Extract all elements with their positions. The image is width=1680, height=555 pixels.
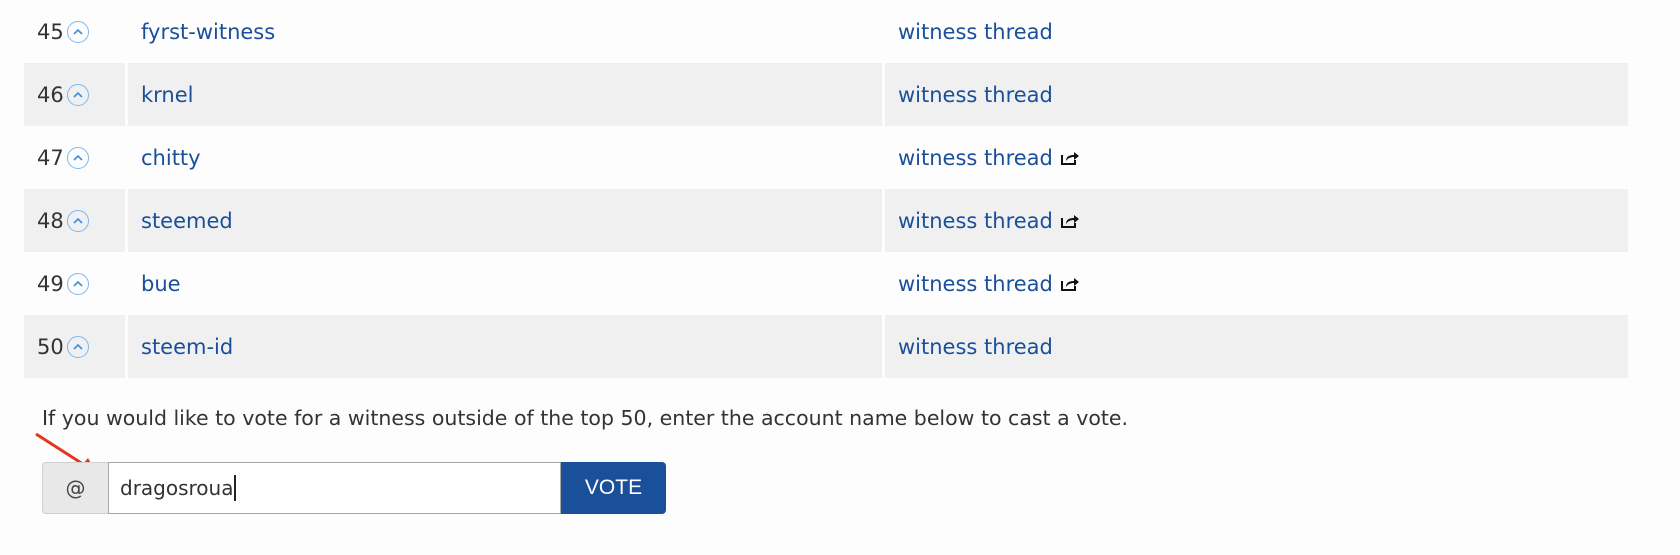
witness-name-link[interactable]: krnel xyxy=(141,83,194,107)
witness-thread-link[interactable]: witness thread xyxy=(898,272,1053,296)
witness-table: 45 fyrst-witness witness thread 46 krnel… xyxy=(24,0,1628,378)
name-cell: fyrst-witness xyxy=(128,0,882,63)
name-cell: bue xyxy=(128,252,882,315)
witness-name-link[interactable]: fyrst-witness xyxy=(141,20,275,44)
rank-number: 48 xyxy=(37,208,64,233)
name-cell: steemed xyxy=(128,189,882,252)
witness-thread-link[interactable]: witness thread xyxy=(898,335,1053,359)
name-cell: krnel xyxy=(128,63,882,126)
vote-info-text: If you would like to vote for a witness … xyxy=(42,406,1129,430)
witness-row: 46 krnel witness thread xyxy=(24,63,1628,126)
rank-cell: 46 xyxy=(24,63,125,126)
external-link-icon xyxy=(1060,277,1079,291)
rank-number: 46 xyxy=(37,82,64,107)
thread-cell: witness thread xyxy=(885,189,1628,252)
vote-form: @ dragosroua VOTE xyxy=(42,462,666,514)
rank-cell: 48 xyxy=(24,189,125,252)
upvote-chevron-icon[interactable] xyxy=(67,20,89,43)
witness-thread-link[interactable]: witness thread xyxy=(898,20,1053,44)
rank-cell: 49 xyxy=(24,252,125,315)
thread-cell: witness thread xyxy=(885,315,1628,378)
rank-number: 45 xyxy=(37,19,64,44)
rank-number: 47 xyxy=(37,145,64,170)
witness-row: 47 chitty witness thread xyxy=(24,126,1628,189)
witness-row: 48 steemed witness thread xyxy=(24,189,1628,252)
witness-thread-link[interactable]: witness thread xyxy=(898,83,1053,107)
witness-thread-link[interactable]: witness thread xyxy=(898,209,1053,233)
vote-button[interactable]: VOTE xyxy=(561,462,666,514)
thread-cell: witness thread xyxy=(885,252,1628,315)
thread-cell: witness thread xyxy=(885,0,1628,63)
account-name-input[interactable]: dragosroua xyxy=(108,462,561,514)
external-link-icon xyxy=(1060,214,1079,228)
witness-row: 49 bue witness thread xyxy=(24,252,1628,315)
thread-cell: witness thread xyxy=(885,63,1628,126)
upvote-chevron-icon[interactable] xyxy=(67,209,89,232)
rank-cell: 45 xyxy=(24,0,125,63)
name-cell: steem-id xyxy=(128,315,882,378)
upvote-chevron-icon[interactable] xyxy=(67,335,89,358)
witness-name-link[interactable]: steem-id xyxy=(141,335,233,359)
witness-row: 50 steem-id witness thread xyxy=(24,315,1628,378)
name-cell: chitty xyxy=(128,126,882,189)
witness-name-link[interactable]: bue xyxy=(141,272,181,296)
rank-cell: 50 xyxy=(24,315,125,378)
rank-cell: 47 xyxy=(24,126,125,189)
thread-cell: witness thread xyxy=(885,126,1628,189)
upvote-chevron-icon[interactable] xyxy=(67,272,89,295)
text-caret xyxy=(234,475,236,501)
upvote-chevron-icon[interactable] xyxy=(67,146,89,169)
account-name-value: dragosroua xyxy=(120,476,234,500)
witness-name-link[interactable]: chitty xyxy=(141,146,201,170)
witness-thread-link[interactable]: witness thread xyxy=(898,146,1053,170)
witness-name-link[interactable]: steemed xyxy=(141,209,233,233)
at-prefix: @ xyxy=(42,462,108,514)
upvote-chevron-icon[interactable] xyxy=(67,83,89,106)
rank-number: 50 xyxy=(37,334,64,359)
rank-number: 49 xyxy=(37,271,64,296)
external-link-icon xyxy=(1060,151,1079,165)
witness-row: 45 fyrst-witness witness thread xyxy=(24,0,1628,63)
